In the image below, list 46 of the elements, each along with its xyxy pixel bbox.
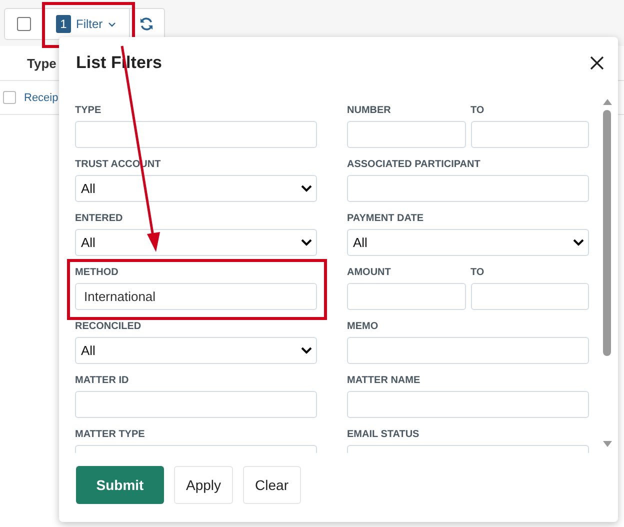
row-checkbox[interactable]	[3, 91, 16, 104]
chevron-down-icon	[301, 347, 312, 354]
dialog-button[interactable]: Apply	[174, 466, 234, 504]
field-label: AMOUNT	[347, 267, 392, 278]
caret-icon	[108, 22, 116, 26]
field-label: ENTERED	[75, 213, 124, 224]
field-label: MATTER NAME	[347, 375, 422, 386]
input-field[interactable]: International	[75, 283, 317, 310]
column-header: Type	[27, 56, 56, 70]
chevron-down-icon	[301, 239, 312, 246]
input-field[interactable]	[75, 121, 317, 148]
input-field[interactable]	[347, 175, 589, 202]
field-label: PAYMENT DATE	[347, 213, 424, 224]
field-label: MEMO	[347, 321, 380, 332]
table-cell[interactable]: Receip	[24, 92, 58, 104]
select-field[interactable]: All	[75, 175, 317, 202]
scroll-down-icon[interactable]	[602, 441, 612, 447]
field-label: MATTER TYPE	[75, 429, 146, 440]
filter-count-badge: 1	[56, 15, 71, 33]
field-label: METHOD	[75, 267, 120, 278]
field-label: NUMBER	[347, 105, 392, 116]
input-field[interactable]	[347, 337, 589, 364]
field-label: TYPE	[75, 105, 102, 116]
field-label: EMAIL STATUS	[347, 429, 420, 440]
select-field[interactable]: All	[347, 229, 589, 256]
dialog-button[interactable]: Clear	[243, 466, 300, 504]
scroll-up-icon[interactable]	[602, 99, 612, 105]
input-field[interactable]	[470, 121, 589, 148]
submit-button[interactable]: Submit	[76, 466, 164, 504]
input-field[interactable]	[470, 283, 589, 310]
input-field[interactable]	[347, 283, 466, 310]
input-field[interactable]	[347, 391, 589, 418]
chevron-down-icon	[573, 239, 584, 246]
close-icon[interactable]	[590, 56, 604, 70]
field-label: TO	[470, 105, 486, 116]
input-field[interactable]	[75, 391, 317, 418]
refresh-icon[interactable]	[139, 17, 154, 31]
field-label: ASSOCIATED PARTICIPANT	[347, 159, 482, 170]
chevron-down-icon	[301, 185, 312, 192]
select-field[interactable]: All	[75, 337, 317, 364]
select-field[interactable]: All	[75, 229, 317, 256]
select-all-checkbox[interactable]	[16, 17, 30, 31]
field-label: MATTER ID	[75, 375, 130, 386]
field-label: TO	[470, 267, 486, 278]
input-field[interactable]	[347, 121, 466, 148]
field-label: RECONCILED	[75, 321, 142, 332]
